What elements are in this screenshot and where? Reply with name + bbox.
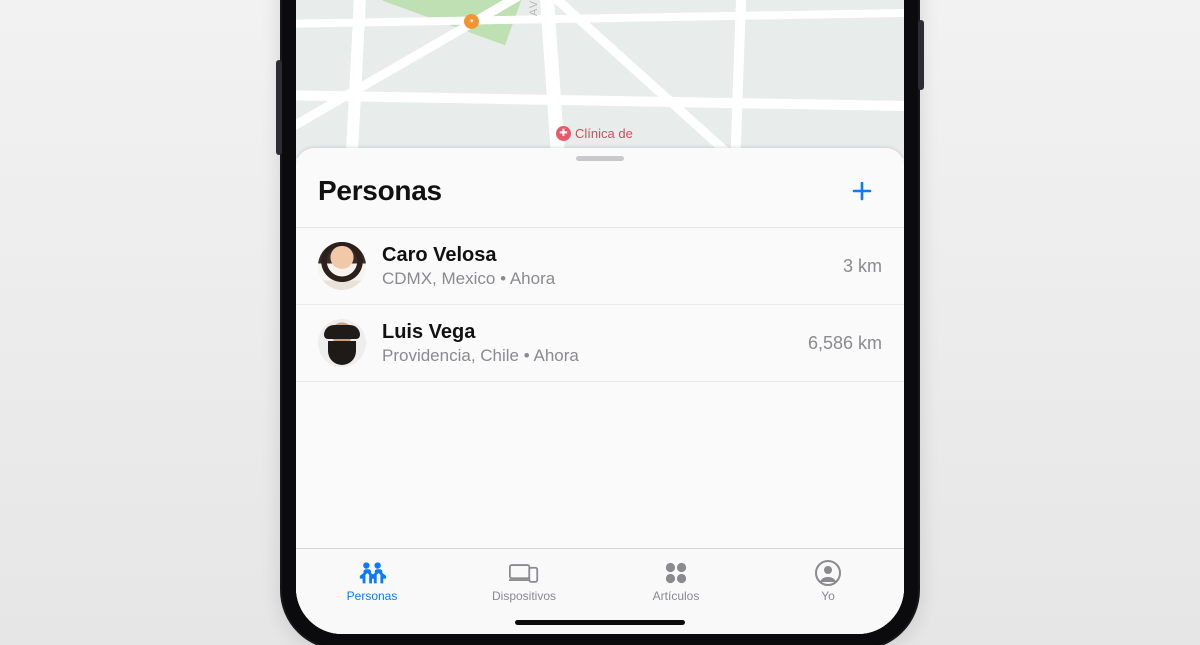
separator: • <box>500 269 506 288</box>
people-icon <box>357 560 387 586</box>
tab-yo[interactable]: Yo <box>752 549 904 614</box>
side-button-right <box>918 20 924 90</box>
people-list: Caro Velosa CDMX, Mexico • Ahora 3 km Lu… <box>296 228 904 548</box>
person-info: Luis Vega Providencia, Chile • Ahora <box>382 321 792 366</box>
person-info: Caro Velosa CDMX, Mexico • Ahora <box>382 244 827 289</box>
phone-frame: CALLE ALABAMA AVENIDA INSURGEN CALLE KAN… <box>280 0 920 645</box>
person-location: Providencia, Chile <box>382 346 519 365</box>
items-icon <box>661 560 691 586</box>
person-location: CDMX, Mexico <box>382 269 495 288</box>
person-row[interactable]: Caro Velosa CDMX, Mexico • Ahora 3 km <box>296 228 904 305</box>
add-person-button[interactable] <box>842 171 882 211</box>
poi-label: Clínica de <box>575 126 633 141</box>
person-time: Ahora <box>534 346 579 365</box>
tab-label: Dispositivos <box>492 589 556 603</box>
person-distance: 6,586 km <box>808 333 882 354</box>
side-button-left <box>276 60 282 155</box>
tab-articulos[interactable]: Artículos <box>600 549 752 614</box>
road <box>727 0 751 158</box>
tab-dispositivos[interactable]: Dispositivos <box>448 549 600 614</box>
avatar <box>318 242 366 290</box>
home-indicator[interactable] <box>515 620 685 625</box>
map-poi-hospital[interactable]: ✚ Clínica de <box>556 126 633 141</box>
tab-label: Yo <box>821 589 835 603</box>
person-time: Ahora <box>510 269 555 288</box>
bottom-sheet: Personas Caro Velosa CDMX, Mexico • Ahor… <box>296 148 904 634</box>
road <box>296 90 904 112</box>
sheet-title: Personas <box>318 175 442 207</box>
person-subtitle: CDMX, Mexico • Ahora <box>382 269 827 289</box>
plus-icon <box>850 179 874 203</box>
person-subtitle: Providencia, Chile • Ahora <box>382 346 792 366</box>
tab-personas[interactable]: Personas <box>296 549 448 614</box>
person-row[interactable]: Luis Vega Providencia, Chile • Ahora 6,5… <box>296 305 904 382</box>
devices-icon <box>509 560 539 586</box>
screen: CALLE ALABAMA AVENIDA INSURGEN CALLE KAN… <box>296 0 904 634</box>
avatar <box>318 319 366 367</box>
person-name: Luis Vega <box>382 321 792 344</box>
person-circle-icon <box>813 560 843 586</box>
plus-icon: ✚ <box>556 126 571 141</box>
person-distance: 3 km <box>843 256 882 277</box>
road <box>296 8 904 28</box>
sheet-header: Personas <box>296 165 904 228</box>
street-label: AVENIDA INSURGEN <box>528 0 540 16</box>
person-name: Caro Velosa <box>382 244 827 267</box>
map-view[interactable]: CALLE ALABAMA AVENIDA INSURGEN CALLE KAN… <box>296 0 904 158</box>
tab-label: Personas <box>347 589 398 603</box>
tab-label: Artículos <box>653 589 700 603</box>
sheet-grabber[interactable] <box>576 156 624 161</box>
separator: • <box>524 346 530 365</box>
